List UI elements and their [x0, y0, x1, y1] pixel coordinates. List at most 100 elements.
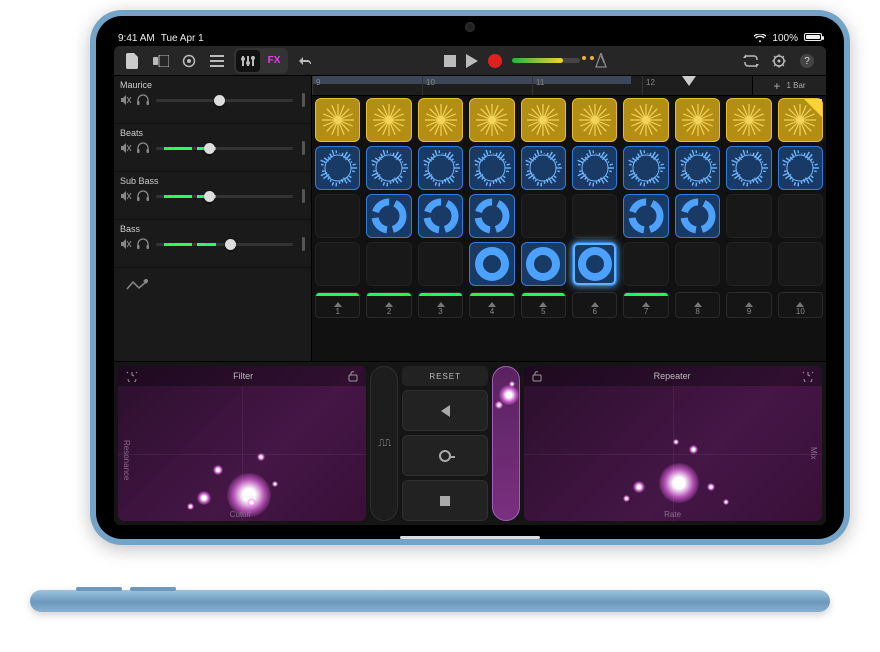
- cell-slot[interactable]: [723, 192, 774, 240]
- column-trigger[interactable]: 4: [469, 292, 514, 318]
- cell-slot[interactable]: [415, 96, 466, 144]
- empty-cell[interactable]: [675, 242, 720, 286]
- cell-slot[interactable]: [569, 192, 620, 240]
- column-trigger[interactable]: 3: [418, 292, 463, 318]
- cell-slot[interactable]: [312, 240, 363, 288]
- loop-cell[interactable]: [778, 98, 823, 142]
- cell-slot[interactable]: [620, 192, 671, 240]
- track-header[interactable]: Sub Bass: [114, 172, 311, 220]
- loop-cell[interactable]: [315, 146, 360, 190]
- track-pan-control[interactable]: [302, 141, 305, 155]
- cell-slot[interactable]: [363, 240, 414, 288]
- column-trigger[interactable]: 7: [623, 292, 668, 318]
- cell-slot[interactable]: [415, 144, 466, 192]
- cell-slot[interactable]: [518, 240, 569, 288]
- cell-slot[interactable]: [672, 192, 723, 240]
- loop-cell[interactable]: [572, 98, 617, 142]
- bar-length-control[interactable]: + 1 Bar: [752, 76, 826, 95]
- loop-cell[interactable]: [675, 146, 720, 190]
- loop-browser-button[interactable]: [178, 50, 200, 72]
- loop-cell[interactable]: [366, 194, 411, 238]
- record-button[interactable]: [488, 54, 502, 68]
- cell-slot[interactable]: [518, 144, 569, 192]
- empty-cell[interactable]: [623, 242, 668, 286]
- cell-slot[interactable]: [518, 192, 569, 240]
- mixer-view-button[interactable]: [236, 50, 260, 72]
- loop-cell[interactable]: [418, 98, 463, 142]
- headphones-icon[interactable]: [137, 238, 149, 250]
- loop-cell[interactable]: [315, 98, 360, 142]
- column-trigger[interactable]: 9: [726, 292, 771, 318]
- undo-button[interactable]: [294, 50, 316, 72]
- track-header[interactable]: Maurice: [114, 76, 311, 124]
- loop-cell[interactable]: [675, 194, 720, 238]
- cell-slot[interactable]: [672, 96, 723, 144]
- cell-slot[interactable]: [466, 192, 517, 240]
- fx-lock-right-icon[interactable]: [802, 370, 814, 382]
- empty-cell[interactable]: [572, 194, 617, 238]
- cell-slot[interactable]: [620, 96, 671, 144]
- track-pan-control[interactable]: [302, 189, 305, 203]
- empty-cell[interactable]: [726, 242, 771, 286]
- cell-slot[interactable]: [569, 144, 620, 192]
- cell-slot[interactable]: [415, 192, 466, 240]
- column-trigger[interactable]: 1: [315, 292, 360, 318]
- empty-cell[interactable]: [726, 194, 771, 238]
- loop-cell[interactable]: [572, 242, 617, 286]
- column-trigger[interactable]: 8: [675, 292, 720, 318]
- cell-slot[interactable]: [672, 240, 723, 288]
- settings-button[interactable]: [768, 50, 790, 72]
- track-volume-slider[interactable]: [156, 147, 293, 150]
- cell-slot[interactable]: [775, 240, 826, 288]
- track-header[interactable]: Bass: [114, 220, 311, 268]
- column-trigger[interactable]: 6: [572, 292, 617, 318]
- cell-slot[interactable]: [775, 96, 826, 144]
- cell-slot[interactable]: [466, 240, 517, 288]
- help-button[interactable]: ?: [796, 50, 818, 72]
- play-button[interactable]: [466, 54, 478, 68]
- loop-cell[interactable]: [623, 98, 668, 142]
- track-pan-control[interactable]: [302, 237, 305, 251]
- loop-cell[interactable]: [726, 98, 771, 142]
- cell-slot[interactable]: [312, 144, 363, 192]
- filter-xy-pad[interactable]: Filter: [118, 366, 366, 521]
- scratch-button[interactable]: [402, 435, 488, 476]
- cell-slot[interactable]: [466, 144, 517, 192]
- headphones-icon[interactable]: [137, 190, 149, 202]
- gater-pill[interactable]: ⎍⎍: [370, 366, 398, 521]
- empty-cell[interactable]: [778, 194, 823, 238]
- loop-cell[interactable]: [469, 98, 514, 142]
- cell-slot[interactable]: [363, 192, 414, 240]
- cell-slot[interactable]: [672, 144, 723, 192]
- column-trigger[interactable]: 5: [521, 292, 566, 318]
- cell-slot[interactable]: [363, 96, 414, 144]
- cell-slot[interactable]: [518, 96, 569, 144]
- empty-cell[interactable]: [521, 194, 566, 238]
- cell-slot[interactable]: [723, 240, 774, 288]
- reverse-button[interactable]: [402, 390, 488, 431]
- track-header[interactable]: Beats: [114, 124, 311, 172]
- loop-cell[interactable]: [675, 98, 720, 142]
- loop-cell[interactable]: [366, 146, 411, 190]
- headphones-icon[interactable]: [137, 94, 149, 106]
- loop-cell[interactable]: [623, 194, 668, 238]
- loop-cell[interactable]: [469, 146, 514, 190]
- mute-icon[interactable]: [120, 94, 132, 106]
- column-trigger[interactable]: 10: [778, 292, 823, 318]
- cell-slot[interactable]: [569, 240, 620, 288]
- stop-button[interactable]: [444, 55, 456, 67]
- cell-slot[interactable]: [363, 144, 414, 192]
- downsampler-pill[interactable]: [492, 366, 520, 521]
- loop-button[interactable]: [740, 50, 762, 72]
- cell-slot[interactable]: [775, 192, 826, 240]
- cell-slot[interactable]: [415, 240, 466, 288]
- project-button[interactable]: [122, 50, 144, 72]
- empty-cell[interactable]: [315, 242, 360, 286]
- playhead-marker[interactable]: [682, 76, 696, 86]
- cell-slot[interactable]: [466, 96, 517, 144]
- repeater-xy-pad[interactable]: Repeater: [524, 366, 822, 521]
- track-volume-slider[interactable]: [156, 195, 293, 198]
- metronome-button[interactable]: [590, 50, 612, 72]
- automation-toggle[interactable]: [114, 268, 311, 304]
- loop-cell[interactable]: [572, 146, 617, 190]
